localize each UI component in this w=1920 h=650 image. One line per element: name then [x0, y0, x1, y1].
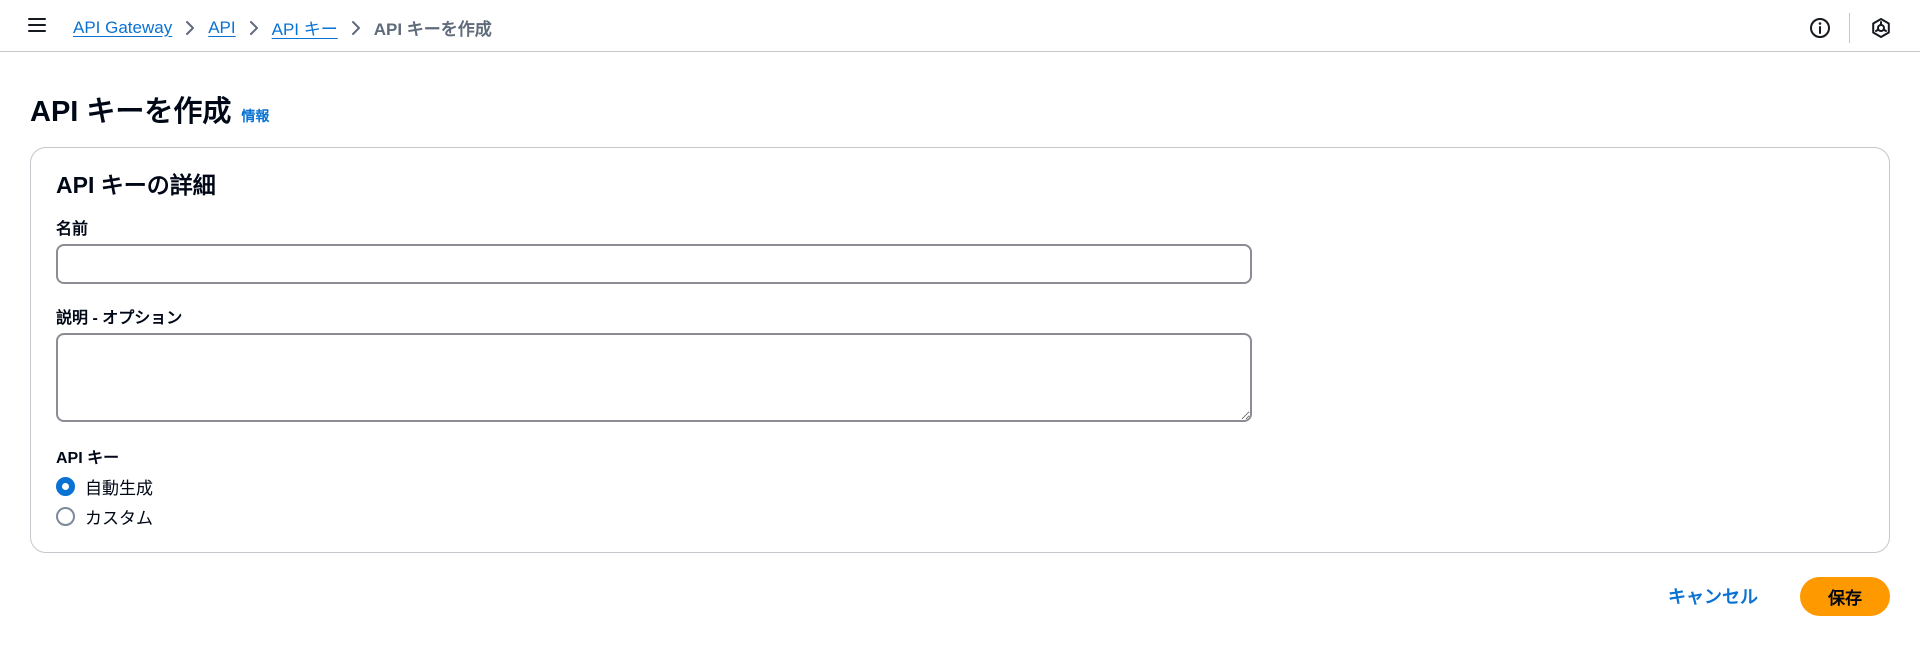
page-title: API キーを作成 [30, 96, 232, 128]
save-button[interactable]: 保存 [1800, 577, 1890, 616]
radio-button-unchecked[interactable] [56, 507, 75, 526]
chevron-right-icon [172, 18, 208, 38]
hexagon-settings-icon[interactable] [1868, 15, 1894, 41]
api-key-label: API キー [56, 450, 120, 467]
chevron-right-icon [236, 18, 272, 38]
radio-custom[interactable]: カスタム [56, 504, 153, 529]
radio-auto-generate[interactable]: 自動生成 [56, 474, 153, 499]
top-right-tools [1807, 13, 1894, 43]
breadcrumb-item-api-gateway[interactable]: API Gateway [73, 18, 172, 38]
radio-button-checked[interactable] [56, 477, 75, 496]
description-label: 説明 - オプション [56, 310, 183, 327]
menu-icon[interactable] [28, 14, 50, 36]
name-label: 名前 [56, 221, 89, 238]
name-input[interactable] [56, 244, 1252, 284]
breadcrumb-item-api[interactable]: API [208, 18, 235, 38]
page-header: API キーを作成 情報 [30, 88, 269, 130]
divider [1849, 13, 1850, 43]
breadcrumb: API Gateway API API キー API キーを作成 [73, 15, 492, 40]
description-textarea[interactable] [56, 333, 1252, 422]
radio-label-auto-generate: 自動生成 [85, 479, 153, 498]
chevron-right-icon [338, 18, 374, 38]
info-icon[interactable] [1807, 15, 1833, 41]
api-key-details-container: API キーの詳細 名前 説明 - オプション API キー 自動生成 カスタム [30, 147, 1890, 553]
section-title: API キーの詳細 [56, 172, 216, 198]
breadcrumb-item-api-keys[interactable]: API キー [272, 15, 338, 40]
info-link[interactable]: 情報 [241, 106, 269, 126]
top-bar: API Gateway API API キー API キーを作成 [0, 0, 1920, 52]
breadcrumb-current: API キーを作成 [373, 20, 492, 39]
radio-label-custom: カスタム [85, 509, 153, 528]
cancel-button[interactable]: キャンセル [1668, 583, 1758, 609]
